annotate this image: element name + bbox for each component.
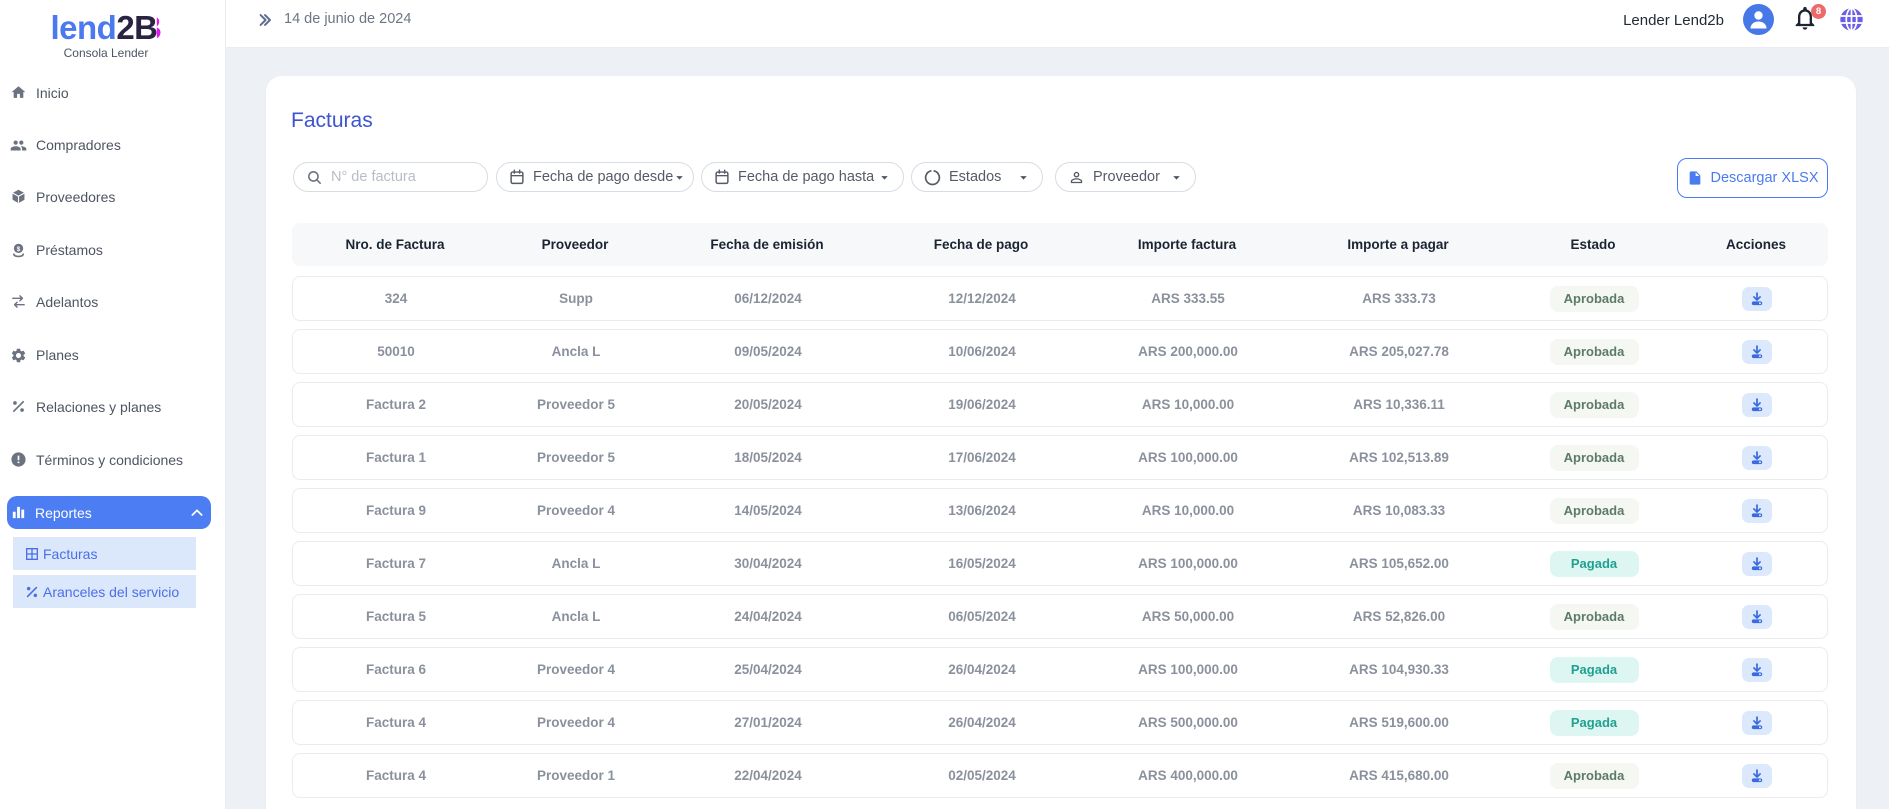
svg-text:$: $ [17,245,21,252]
